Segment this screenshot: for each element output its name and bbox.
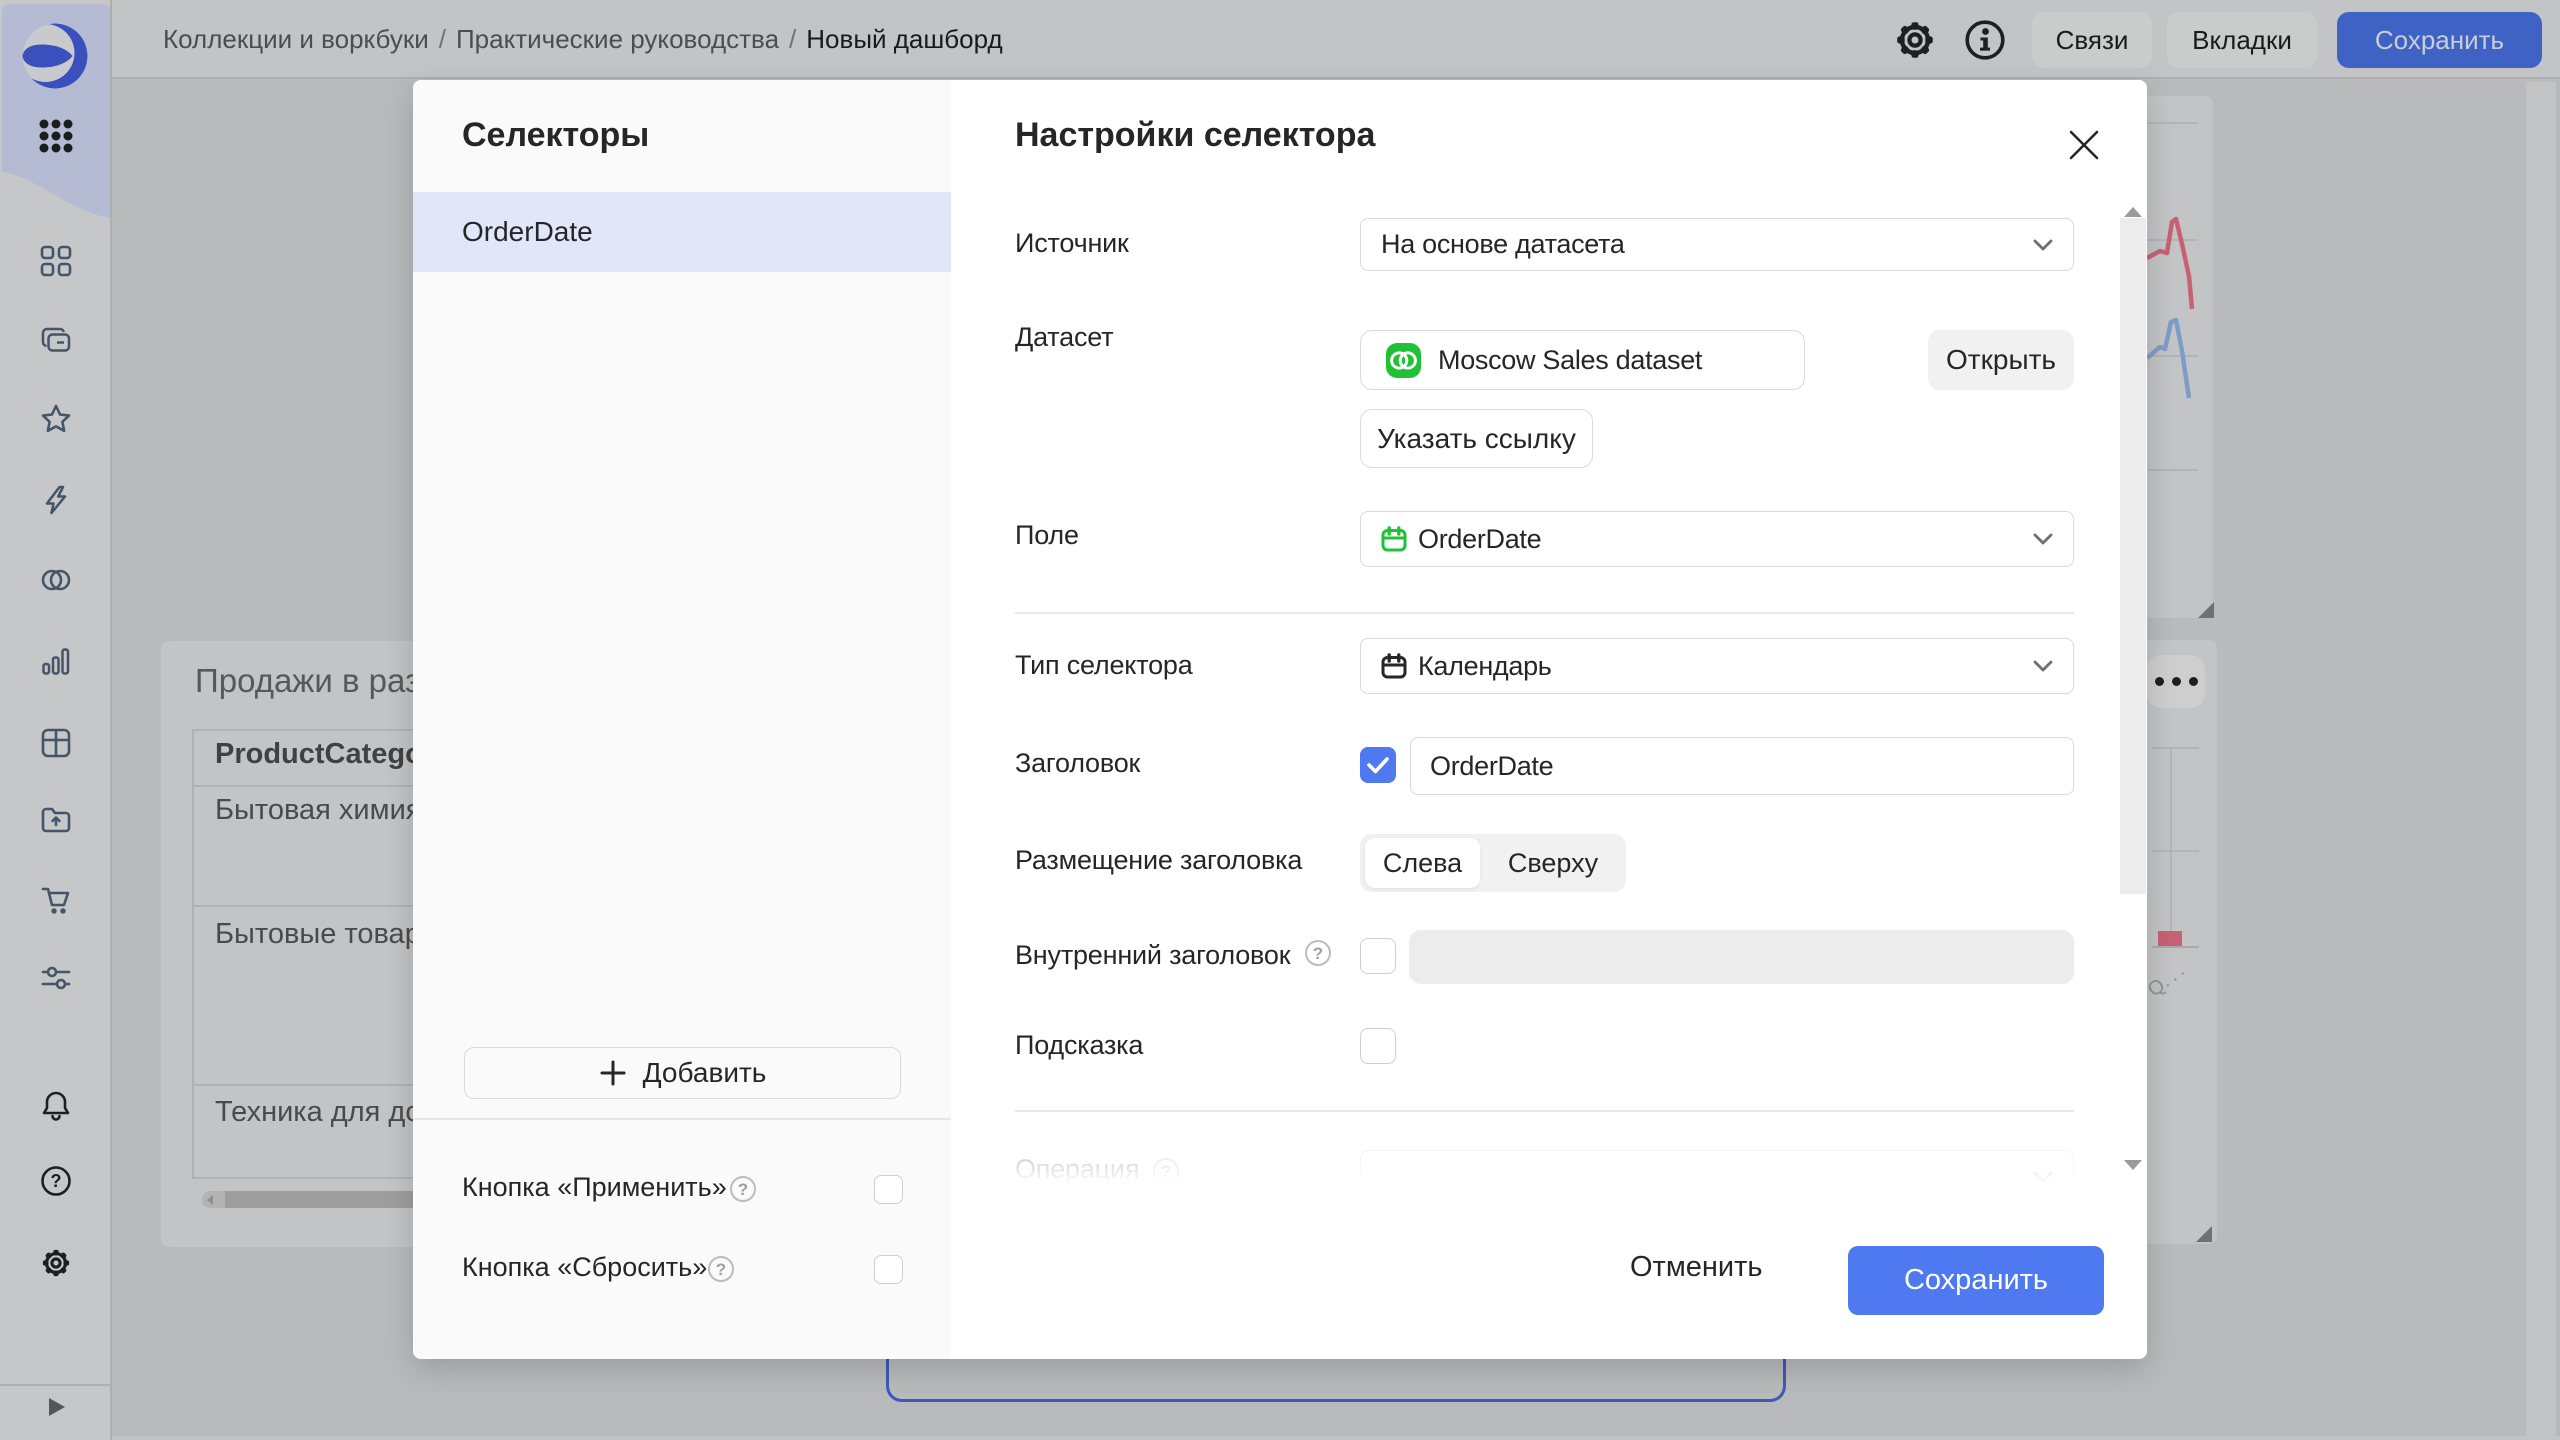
svg-text:?: ? — [51, 1171, 62, 1191]
